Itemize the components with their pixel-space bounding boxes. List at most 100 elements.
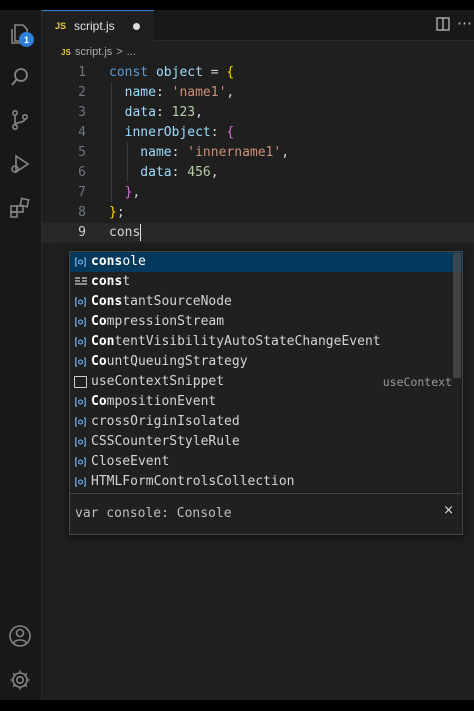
code-token: object	[155, 65, 203, 80]
search-icon[interactable]	[8, 65, 32, 89]
suggest-item-label: const	[91, 272, 130, 292]
suggest-item[interactable]: const	[70, 272, 462, 292]
line-number: 8	[78, 205, 86, 220]
suggest-item-label: useContextSnippet	[91, 372, 224, 392]
snippet-icon	[74, 376, 87, 388]
suggest-item[interactable]: CompositionEvent	[70, 392, 462, 412]
breadcrumb-more[interactable]: ...	[127, 46, 136, 58]
code-token: {	[226, 65, 235, 80]
code-token: :	[155, 105, 172, 120]
suggest-item[interactable]: console	[70, 252, 462, 272]
close-icon[interactable]: ×	[443, 503, 454, 518]
account-icon[interactable]	[8, 624, 32, 648]
suggest-item[interactable]: HTMLFormControlsCollection	[70, 472, 462, 492]
code-token: data	[109, 165, 172, 180]
variable-icon	[74, 396, 87, 408]
suggest-match: Co	[91, 394, 107, 409]
suggest-item[interactable]: ContentVisibilityAutoStateChangeEvent	[70, 332, 462, 352]
source-control-icon[interactable]	[8, 108, 32, 132]
suggest-item[interactable]: CSSCounterStyleRule	[70, 432, 462, 452]
settings-gear-icon[interactable]	[8, 668, 32, 692]
code-token: :	[171, 145, 188, 160]
code-line[interactable]: 8};	[42, 203, 474, 223]
tab-title: script.js	[74, 19, 115, 33]
code-token: 'innername1'	[187, 145, 282, 160]
code-token: ,	[132, 185, 141, 200]
js-file-icon: JS	[61, 47, 71, 57]
suggest-rest: crossOriginIsolated	[91, 414, 240, 429]
code-line[interactable]: 2 name: 'name1',	[42, 83, 474, 103]
suggest-match: Cons	[91, 294, 123, 309]
tab-script-js[interactable]: JS script.js	[42, 10, 154, 41]
code-line[interactable]: 6 data: 456,	[42, 163, 474, 183]
suggest-match: Con	[91, 334, 115, 349]
variable-icon	[74, 256, 87, 268]
suggest-item-label: CountQueuingStrategy	[91, 352, 248, 372]
suggest-item[interactable]: CountQueuingStrategy	[70, 352, 462, 372]
line-number: 1	[78, 65, 86, 80]
extensions-icon[interactable]	[8, 196, 32, 220]
suggest-rest: tantSourceNode	[122, 294, 232, 309]
breadcrumb-file[interactable]: script.js	[75, 46, 112, 58]
code-line[interactable]: 3 data: 123,	[42, 103, 474, 123]
suggest-item[interactable]: ConstantSourceNode	[70, 292, 462, 312]
code-token: 123	[171, 105, 196, 120]
suggest-item-label: CompressionStream	[91, 312, 224, 332]
line-number: 5	[78, 145, 86, 160]
code-text: name: 'name1',	[109, 83, 235, 103]
code-line[interactable]: 4 innerObject: {	[42, 123, 474, 143]
split-editor-icon[interactable]	[436, 17, 450, 34]
code-token: ,	[281, 145, 290, 160]
suggest-item-label: CloseEvent	[91, 452, 169, 472]
suggest-item[interactable]: CloseEvent	[70, 452, 462, 472]
suggest-details: var console: Console ×	[70, 493, 462, 534]
suggest-item-label: HTMLFormControlsCollection	[91, 472, 295, 492]
suggest-item[interactable]: useContextSnippet useContext	[70, 372, 462, 392]
keyword-icon	[74, 276, 87, 288]
variable-icon	[74, 416, 87, 428]
suggest-rest: mpressionStream	[106, 314, 225, 329]
suggest-item[interactable]: crossOriginIsolated	[70, 412, 462, 432]
suggest-match: Co	[91, 314, 107, 329]
variable-icon	[74, 476, 87, 488]
unsaved-dot-icon[interactable]	[133, 23, 140, 30]
code-token: =	[202, 65, 227, 80]
suggest-details-text: var console: Console	[75, 506, 232, 521]
breadcrumb-separator: >	[116, 46, 123, 58]
line-number: 4	[78, 125, 86, 140]
suggest-rest: mpositionEvent	[106, 394, 217, 409]
variable-icon	[74, 336, 87, 348]
code-token: :	[210, 125, 227, 140]
variable-icon	[74, 356, 87, 368]
code-token: 456	[187, 165, 211, 180]
variable-icon	[74, 296, 87, 308]
code-line[interactable]: 7 },	[42, 183, 474, 203]
code-line[interactable]: 9 cons	[42, 223, 474, 243]
more-actions-icon[interactable]: ⋯	[457, 14, 472, 32]
js-file-icon: JS	[55, 21, 67, 31]
code-line[interactable]: 5 name: 'innername1',	[42, 143, 474, 163]
suggest-rest: useContextSnippet	[91, 374, 225, 389]
suggest-item-label: ConstantSourceNode	[91, 292, 232, 312]
suggest-item[interactable]: CompressionStream	[70, 312, 462, 332]
code-token: :	[171, 165, 188, 180]
suggest-match: Co	[91, 354, 107, 369]
line-number: 3	[78, 105, 86, 120]
code-text: innerObject: {	[109, 123, 235, 143]
suggest-rest: ole	[122, 254, 146, 269]
code-text: },	[109, 183, 141, 203]
suggest-item-detail: useContext	[382, 375, 452, 389]
vscode-window: 1 JS script.js ⋯ JS script.js > ... 1 co…	[0, 10, 474, 700]
line-number: 6	[78, 165, 86, 180]
suggest-scrollbar[interactable]	[453, 253, 461, 378]
code-token: }	[109, 205, 117, 220]
run-debug-icon[interactable]	[8, 152, 32, 176]
code-token: cons	[109, 225, 141, 240]
code-token: innerObject	[109, 125, 211, 140]
suggest-rest: untQueuingStrategy	[106, 354, 248, 369]
tab-bar: JS script.js ⋯	[42, 10, 474, 41]
code-text: cons	[109, 223, 142, 243]
explorer-badge: 1	[19, 32, 34, 47]
code-text: data: 123,	[109, 103, 203, 123]
code-line[interactable]: 1 const object = {	[42, 63, 474, 83]
